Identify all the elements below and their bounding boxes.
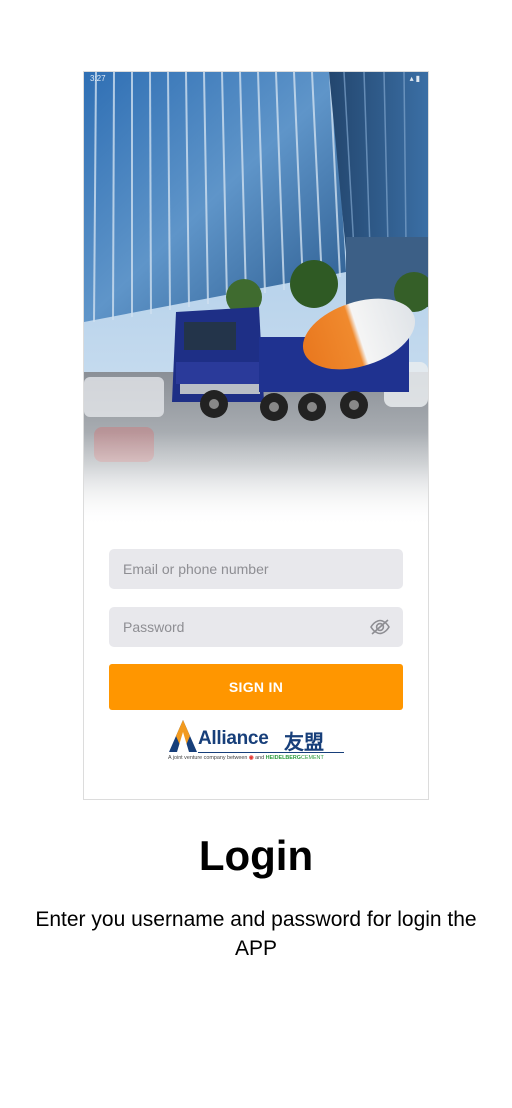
status-icons: ▴▮ [409, 74, 422, 83]
status-time: 3:27 [90, 74, 106, 83]
eye-slash-icon[interactable] [369, 618, 391, 636]
hero-image: 3:27 ▴▮ [84, 72, 428, 527]
password-input[interactable] [121, 618, 391, 636]
tagline-and: and [255, 755, 265, 761]
email-input[interactable] [121, 560, 391, 578]
password-field[interactable] [109, 607, 403, 647]
logo-chinese-name: 友盟 [284, 730, 324, 754]
status-bar: 3:27 ▴▮ [84, 72, 428, 86]
tagline-partner-b: CEMENT [300, 755, 324, 761]
email-field[interactable] [109, 549, 403, 589]
building-and-mixer-truck-illustration [84, 72, 428, 527]
tagline-prefix: A joint venture company between [168, 755, 248, 761]
alliance-logo: Alliance 友盟 A joint venture company betw… [168, 715, 346, 765]
alliance-triangle-icon [169, 720, 197, 752]
page-subtitle: Enter you username and password for logi… [35, 908, 477, 960]
tagline-partner-a: HEIDELBERG [265, 755, 301, 761]
crh-mark-icon: ◉ [248, 755, 254, 761]
sign-in-button[interactable]: SIGN IN [109, 664, 403, 710]
logo-tagline: A joint venture company between ◉ and HE… [168, 755, 324, 761]
app-preview-frame: 3:27 ▴▮ SIGN IN Alliance 友盟 A joint vent… [83, 71, 429, 800]
logo-divider [198, 752, 344, 753]
page-title: Login [198, 832, 314, 879]
logo-name: Alliance [198, 728, 269, 749]
